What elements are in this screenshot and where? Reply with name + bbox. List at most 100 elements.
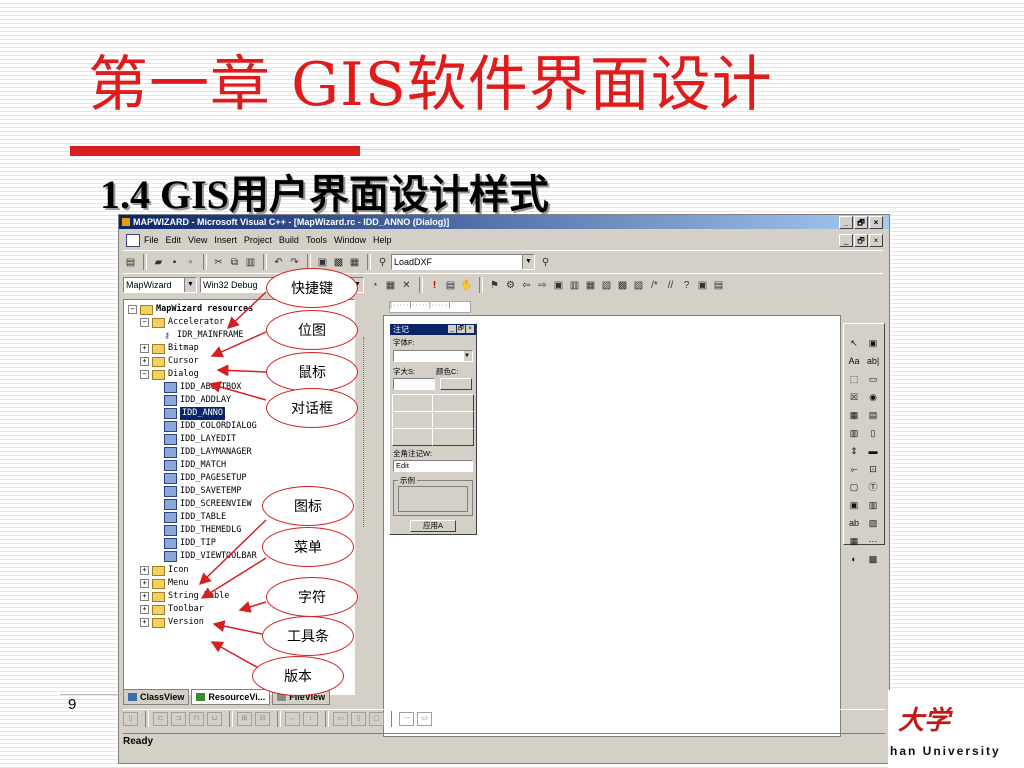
expand-icon[interactable]: +: [140, 605, 149, 614]
tree-dialog-item[interactable]: IDD_TIP: [164, 537, 216, 550]
align-right-icon[interactable]: ⊐: [171, 712, 186, 726]
find-icon[interactable]: ⚲: [538, 255, 553, 270]
ip-address-icon[interactable]: ⋯: [865, 534, 881, 549]
project-combo[interactable]: MapWizard ▼: [123, 277, 197, 293]
same-width-icon[interactable]: ▭: [333, 712, 348, 726]
rich-edit-icon[interactable]: ab: [846, 516, 862, 531]
project-combo-arrow-icon[interactable]: ▼: [184, 278, 196, 292]
comment-icon[interactable]: /*: [647, 278, 662, 293]
tree-dialog-item[interactable]: IDD_THEMEDLG: [164, 524, 241, 537]
tab-control-icon[interactable]: ▣: [846, 498, 862, 513]
menu-help[interactable]: Help: [373, 235, 392, 245]
tree-dialog-item[interactable]: IDD_ABOUTBOX: [164, 381, 241, 394]
tree-dialog-item[interactable]: IDD_SCREENVIEW: [164, 498, 252, 511]
tree-dialog-item[interactable]: IDD_SAVETEMP: [164, 485, 241, 498]
toggle-grid-icon[interactable]: ⋯: [399, 712, 414, 726]
tree-dialog-item[interactable]: IDD_COLORDIALOG: [164, 420, 257, 433]
collapse-icon[interactable]: −: [140, 370, 149, 379]
month-calendar-icon[interactable]: ▦: [846, 534, 862, 549]
output-icon[interactable]: ▩: [331, 255, 346, 270]
expand-icon[interactable]: +: [140, 566, 149, 575]
menu-build[interactable]: Build: [279, 235, 299, 245]
find-in-files-icon[interactable]: ⚲: [375, 255, 390, 270]
tree-accel-item[interactable]: ⚷ IDR_MAINFRAME: [164, 329, 244, 342]
center-horizontal-icon[interactable]: ⊟: [255, 712, 270, 726]
tree-dialog-item-selected[interactable]: IDD_ANNO: [164, 407, 225, 420]
hscroll-icon[interactable]: ▥: [846, 426, 862, 441]
expand-icon[interactable]: +: [140, 579, 149, 588]
align-top-icon[interactable]: ⊓: [189, 712, 204, 726]
tree-dialog-item[interactable]: IDD_PAGESETUP: [164, 472, 247, 485]
picture-icon[interactable]: ▣: [865, 336, 881, 351]
edit-box-icon[interactable]: ab|: [865, 354, 881, 369]
redo-icon[interactable]: ↷: [287, 255, 302, 270]
paste-icon[interactable]: ▥: [243, 255, 258, 270]
button-icon[interactable]: ▭: [865, 372, 881, 387]
menu-window[interactable]: Window: [334, 235, 366, 245]
slider-icon[interactable]: ⟜: [846, 462, 862, 477]
tree-menu[interactable]: + Menu: [140, 577, 188, 590]
date-picker-icon[interactable]: ▨: [865, 516, 881, 531]
animate-icon[interactable]: ▥: [865, 498, 881, 513]
dialog-preview-titlebar[interactable]: 注记 _ 🗗 ×: [390, 324, 476, 335]
tree-dialog-item[interactable]: IDD_LAYEDIT: [164, 433, 236, 446]
progress-icon[interactable]: ▬: [865, 444, 881, 459]
style-button-6[interactable]: [432, 428, 474, 446]
tree-string-table[interactable]: + String Table: [140, 590, 229, 603]
find-combo-arrow-icon[interactable]: ▼: [522, 255, 534, 269]
style-button-1[interactable]: [392, 394, 434, 412]
tree-bitmap[interactable]: + Bitmap: [140, 342, 199, 355]
same-height-icon[interactable]: ▯: [351, 712, 366, 726]
wizard-icon[interactable]: ⚑: [487, 278, 502, 293]
maximize-button[interactable]: 🗗: [854, 216, 868, 229]
dialog-preview[interactable]: 注记 _ 🗗 × 字体F: ▼ 字大S: 颜色C: 全角注记W: Edit 示例…: [389, 323, 477, 535]
menu-edit[interactable]: Edit: [166, 235, 182, 245]
same-size-icon[interactable]: ▢: [369, 712, 384, 726]
style-button-2[interactable]: [432, 394, 474, 412]
align-bottom-icon[interactable]: ⊔: [207, 712, 222, 726]
go-icon[interactable]: ▤: [443, 278, 458, 293]
dialog-minimize-icon[interactable]: _: [448, 325, 456, 333]
spin-icon[interactable]: ⇕: [846, 444, 862, 459]
dialog-close-icon[interactable]: ×: [466, 325, 474, 333]
close-button[interactable]: ×: [869, 216, 883, 229]
tree-dialog-item[interactable]: IDD_VIEWTOOLBAR: [164, 550, 257, 563]
menu-file[interactable]: File: [144, 235, 159, 245]
tree-accelerator[interactable]: − Accelerator: [140, 316, 224, 329]
font-combo-arrow-icon[interactable]: ▼: [464, 351, 472, 361]
tree-dialog-item[interactable]: IDD_MATCH: [164, 459, 226, 472]
execute-icon[interactable]: !: [427, 278, 442, 293]
style-button-5[interactable]: [392, 428, 434, 446]
minimize-button[interactable]: _: [839, 216, 853, 229]
new-text-icon[interactable]: ▤: [123, 255, 138, 270]
expand-icon[interactable]: +: [140, 618, 149, 627]
custom-control-icon[interactable]: ◐: [846, 552, 862, 567]
resource-icon-6[interactable]: ▨: [631, 278, 646, 293]
tree-toolbar[interactable]: + Toolbar: [140, 603, 204, 616]
resource-icon-1[interactable]: ▣: [551, 278, 566, 293]
mdi-restore-button[interactable]: 🗗: [854, 234, 868, 247]
uncomment-icon[interactable]: //: [663, 278, 678, 293]
annotation-edit[interactable]: Edit: [393, 460, 473, 472]
list-box-icon[interactable]: ▤: [865, 408, 881, 423]
radio-icon[interactable]: ◉: [865, 390, 881, 405]
space-across-icon[interactable]: ↔: [285, 712, 300, 726]
resource-icon-2[interactable]: ▥: [567, 278, 582, 293]
vscroll-icon[interactable]: ▯: [865, 426, 881, 441]
tree-control-icon[interactable]: Ⓣ: [865, 480, 881, 495]
font-combo[interactable]: ▼: [393, 350, 473, 362]
checkbox-icon[interactable]: ☒: [846, 390, 862, 405]
menu-project[interactable]: Project: [244, 235, 272, 245]
tree-root[interactable]: − MapWizard resources: [128, 303, 253, 316]
align-left-icon[interactable]: ⊏: [153, 712, 168, 726]
style-button-3[interactable]: [392, 411, 434, 429]
mdi-minimize-button[interactable]: _: [839, 234, 853, 247]
dialog-maximize-icon[interactable]: 🗗: [457, 325, 465, 333]
tree-dialog-item[interactable]: IDD_ADDLAY: [164, 394, 231, 407]
resource-icon-7[interactable]: ▣: [695, 278, 710, 293]
back-icon[interactable]: ⇦: [519, 278, 534, 293]
resource-icon-8[interactable]: ▤: [711, 278, 726, 293]
build-icon[interactable]: ▦: [383, 278, 398, 293]
breakpoint-icon[interactable]: ✋: [459, 278, 474, 293]
copy-icon[interactable]: ⧉: [227, 255, 242, 270]
